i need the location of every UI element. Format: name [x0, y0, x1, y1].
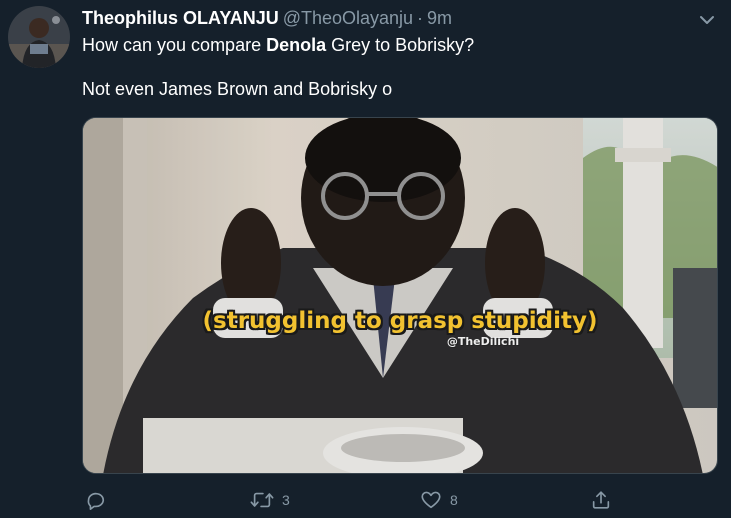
reply-icon [84, 489, 106, 511]
separator-dot: · [417, 8, 424, 28]
tweet-header: Theophilus OLAYANJU @TheoOlayanju · 9m [82, 7, 452, 29]
share-icon [590, 489, 612, 511]
retweet-icon [250, 489, 274, 511]
tweet-media[interactable]: (struggling to grasp stupidity) @TheDili… [82, 117, 718, 474]
user-handle[interactable]: @TheoOlayanju [283, 8, 413, 28]
media-caption: (struggling to grasp stupidity) [202, 308, 598, 334]
chevron-down-icon[interactable] [697, 10, 717, 30]
like-button[interactable]: 8 [420, 488, 458, 512]
like-count: 8 [450, 492, 458, 508]
tweet-text-line-1: How can you compare Denola Grey to Bobri… [82, 34, 702, 56]
display-name[interactable]: Theophilus OLAYANJU [82, 8, 279, 28]
retweet-button[interactable]: 3 [250, 488, 290, 512]
tweet-text-segment: Grey to Bobrisky? [326, 35, 475, 55]
tweet-text: How can you compare Denola Grey to Bobri… [82, 34, 702, 100]
tweet-actions: 3 8 [82, 488, 622, 512]
media-image [83, 118, 717, 473]
tweet-text-line-2: Not even James Brown and Bobrisky o [82, 79, 393, 99]
retweet-count: 3 [282, 492, 290, 508]
tweet-timestamp[interactable]: 9m [427, 8, 452, 28]
tweet-card[interactable]: Theophilus OLAYANJU @TheoOlayanju · 9m How … [0, 0, 731, 518]
like-icon [420, 489, 442, 511]
media-watermark: @TheDilichi [446, 335, 520, 348]
tweet-text-segment: How can you compare [82, 35, 267, 55]
share-button[interactable] [590, 488, 612, 512]
tweet-text-bold: Denola [266, 35, 327, 55]
avatar[interactable] [8, 6, 70, 68]
reply-button[interactable] [84, 488, 106, 512]
